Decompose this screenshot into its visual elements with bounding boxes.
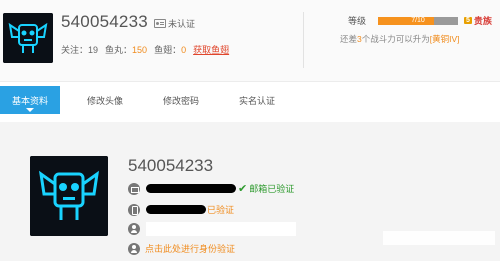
fish-fin-label: 鱼翅： <box>154 45 182 55</box>
level-badge-number: 5 <box>464 17 472 24</box>
email-verified-status: ✔ 邮箱已验证 <box>238 182 294 195</box>
verify-status-text: 未认证 <box>168 19 196 29</box>
phone-icon <box>128 203 140 216</box>
fish-ball-label: 鱼丸： <box>105 45 133 55</box>
upgrade-hint-next-level[interactable]: [黄铜IV] <box>430 34 460 44</box>
follow-stat: 关注：19 <box>61 43 98 56</box>
robot-avatar-icon <box>3 13 53 63</box>
level-row: 等级 7/10 5 贵族 <box>348 14 492 27</box>
tab-change-password[interactable]: 修改密码 <box>141 86 221 114</box>
identity-verify-row: 点击此处进行身份验证 <box>128 242 235 255</box>
level-badge[interactable]: 5 贵族 <box>464 14 492 27</box>
profile-username: 540054233 <box>128 156 214 175</box>
header-username: 540054233 <box>61 12 148 31</box>
level-label: 等级 <box>348 16 367 26</box>
upgrade-hint-middle: 个战斗力可以升为 <box>361 34 430 44</box>
fish-ball-value: 150 <box>132 45 148 55</box>
fish-fin-value: 0 <box>181 45 187 55</box>
email-row: ✔ 邮箱已验证 <box>128 182 294 195</box>
profile-header: 540054233 未认证 关注：19 鱼丸：150 鱼翅：0 获取鱼翅 等级 … <box>0 0 500 82</box>
person-icon <box>128 242 140 255</box>
tab-change-avatar[interactable]: 修改头像 <box>65 86 145 114</box>
tab-basic-info[interactable]: 基本资料 <box>0 86 60 114</box>
redacted-phone <box>146 205 206 214</box>
phone-row: 已验证 <box>128 203 234 216</box>
qq-field[interactable] <box>146 222 296 236</box>
user-stats: 关注：19 鱼丸：150 鱼翅：0 获取鱼翅 <box>61 43 229 56</box>
level-progress-bar: 7/10 <box>378 16 459 25</box>
id-card-icon <box>154 19 166 28</box>
tab-real-name-verify[interactable]: 实名认证 <box>217 86 297 114</box>
mail-icon <box>128 182 140 195</box>
redacted-email <box>146 184 236 193</box>
email-status-text: 邮箱已验证 <box>249 184 295 194</box>
identity-verify-link[interactable]: 点击此处进行身份验证 <box>145 242 235 255</box>
fish-fin-stat: 鱼翅：0 <box>154 43 186 56</box>
profile-avatar-large[interactable] <box>30 156 108 236</box>
follow-value: 19 <box>88 45 99 55</box>
verify-status-badge[interactable]: 未认证 <box>154 17 195 30</box>
qq-row <box>128 222 296 236</box>
get-fish-fin-link[interactable]: 获取鱼翅 <box>193 43 229 56</box>
phone-verified-status: 已验证 <box>207 205 235 215</box>
fish-ball-stat: 鱼丸：150 <box>105 43 147 56</box>
upgrade-hint: 还差3个战斗力可以升为[黄铜IV] <box>340 33 460 45</box>
follow-label: 关注： <box>61 45 89 55</box>
header-divider <box>303 12 304 68</box>
user-avatar[interactable] <box>3 13 53 63</box>
check-icon: ✔ <box>238 183 248 195</box>
user-icon <box>128 223 140 235</box>
watermark-overlay <box>383 231 495 245</box>
upgrade-hint-prefix: 还差 <box>340 34 358 44</box>
robot-avatar-large-icon <box>30 156 108 236</box>
level-badge-title: 贵族 <box>473 16 492 26</box>
profile-tabs: 基本资料 修改头像 修改密码 实名认证 <box>0 86 500 114</box>
level-progress-text: 7/10 <box>411 16 425 24</box>
